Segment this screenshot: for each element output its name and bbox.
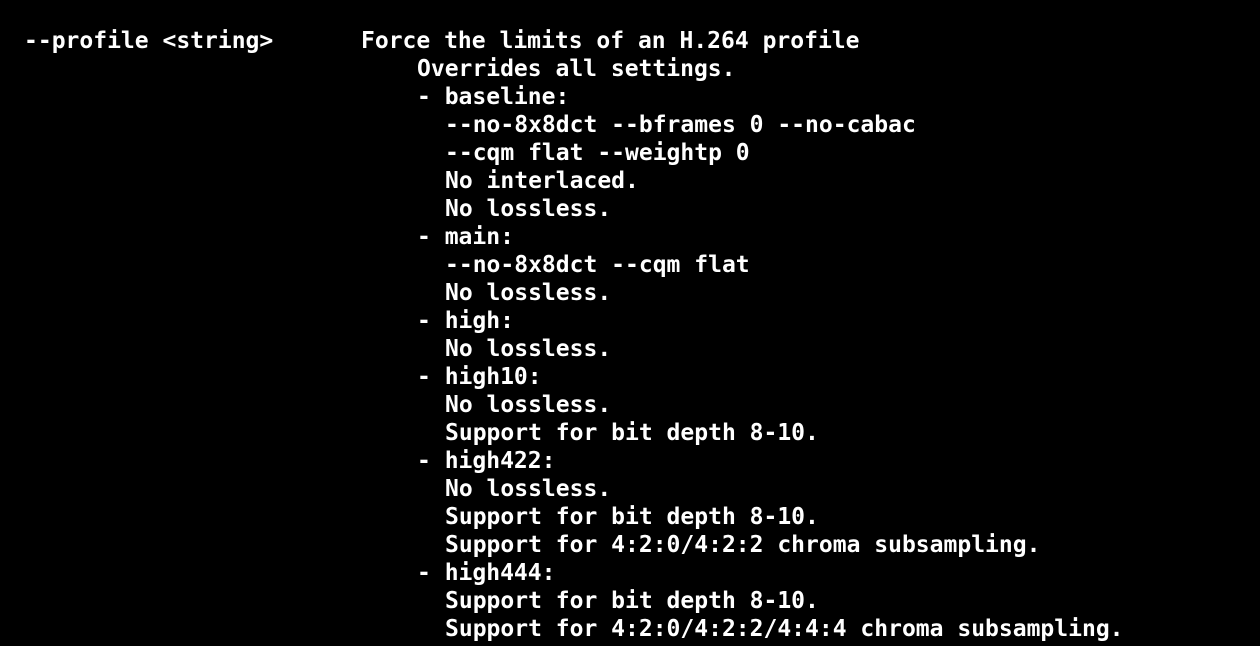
help-line-22: Support for 4:2:0/4:2:2/4:4:4 chroma sub… <box>445 616 1124 642</box>
help-line-21: Support for bit depth 8-10. <box>445 588 819 614</box>
help-line-18: Support for bit depth 8-10. <box>445 504 819 530</box>
help-line-1: Force the limits of an H.264 profile <box>361 28 860 54</box>
help-line-3: - baseline: <box>417 84 570 110</box>
help-line-10: No lossless. <box>445 280 612 306</box>
terminal-window[interactable]: --profile <string> Force the limits of a… <box>0 0 1260 646</box>
help-line-7: No lossless. <box>445 196 612 222</box>
help-line-17: No lossless. <box>445 476 612 502</box>
help-line-2: Overrides all settings. <box>417 56 736 82</box>
help-line-5: --cqm flat --weightp 0 <box>445 140 750 166</box>
help-line-9: --no-8x8dct --cqm flat <box>445 252 750 278</box>
help-line-6: No interlaced. <box>445 168 639 194</box>
help-line-14: No lossless. <box>445 392 612 418</box>
help-line-4: --no-8x8dct --bframes 0 --no-cabac <box>445 112 916 138</box>
help-line-20: - high444: <box>417 560 556 586</box>
help-line-16: - high422: <box>417 448 556 474</box>
help-line-8: - main: <box>417 224 514 250</box>
help-line-12: No lossless. <box>445 336 612 362</box>
help-line-19: Support for 4:2:0/4:2:2 chroma subsampli… <box>445 532 1041 558</box>
help-line-13: - high10: <box>417 364 542 390</box>
option-name: --profile <string> <box>24 28 274 54</box>
help-line-15: Support for bit depth 8-10. <box>445 420 819 446</box>
help-line-11: - high: <box>417 308 514 334</box>
